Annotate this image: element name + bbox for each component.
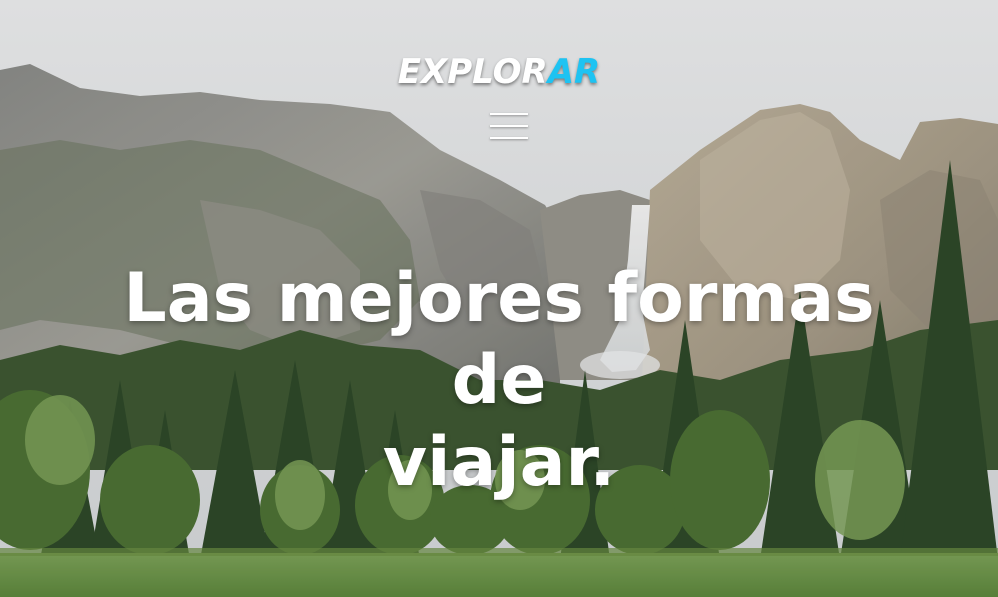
headline-line-2: de bbox=[451, 341, 547, 420]
menu-bar-top bbox=[490, 113, 528, 115]
headline-line-1: Las mejores formas bbox=[123, 259, 875, 338]
hamburger-menu-icon[interactable] bbox=[490, 113, 528, 151]
menu-bar-middle bbox=[490, 125, 528, 127]
hero-headline: Las mejores formas de viajar. bbox=[0, 258, 998, 504]
logo-main-text: EXPLOR bbox=[397, 52, 548, 92]
menu-bar-bottom bbox=[490, 137, 528, 139]
logo-accent-text: AR bbox=[547, 52, 601, 92]
headline-line-3: viajar. bbox=[382, 423, 616, 502]
hero-section: EXPLORAR Las mejores formas de viajar. bbox=[0, 0, 998, 597]
site-logo[interactable]: EXPLORAR bbox=[0, 52, 998, 92]
